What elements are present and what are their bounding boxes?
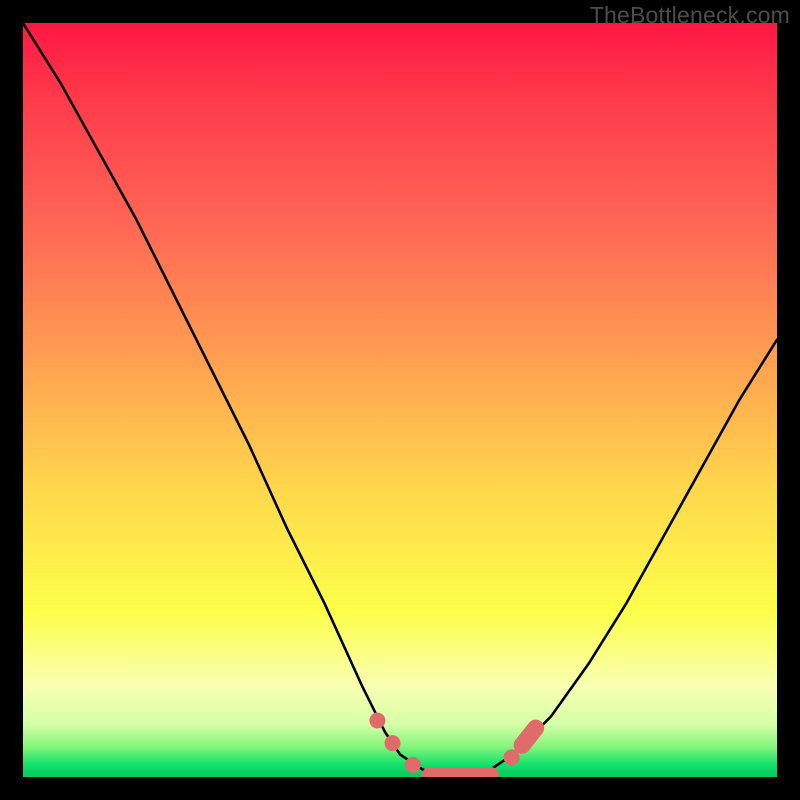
marker-capsule: [522, 728, 536, 745]
marker-dot: [369, 713, 385, 729]
watermark-text: TheBottleneck.com: [590, 2, 790, 29]
plot-area: [23, 23, 777, 777]
curve-layer: [23, 23, 777, 777]
marker-dot: [504, 749, 520, 765]
bottleneck-curve: [23, 23, 777, 777]
chart-frame: TheBottleneck.com: [0, 0, 800, 800]
marker-dot: [405, 757, 421, 773]
marker-dot: [385, 735, 401, 751]
